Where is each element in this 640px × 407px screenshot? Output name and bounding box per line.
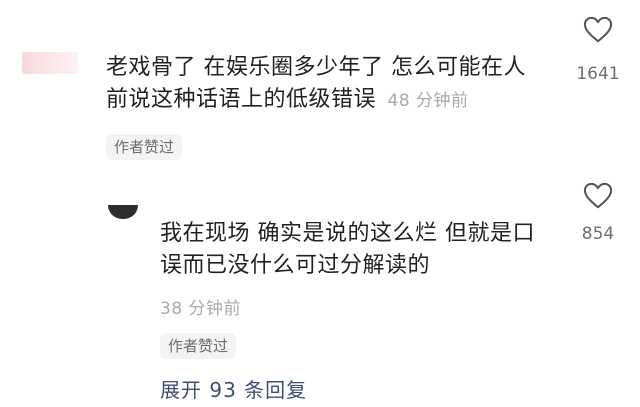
comment-2-text: 我在现场 确实是说的这么烂 但就是口 误而已没什么可过分解读的 bbox=[160, 218, 535, 282]
comment-2-author-liked-badge: 作者赞过 bbox=[160, 333, 237, 359]
comment-1-like-button[interactable]: 1641 bbox=[568, 16, 628, 84]
username-blurred[interactable] bbox=[22, 52, 78, 74]
comment-1-line1: 老戏骨了 在娱乐圈多少年了 怎么可能在人 bbox=[106, 55, 526, 80]
heart-outline-icon[interactable] bbox=[583, 182, 613, 210]
comment-2-time: 38 分钟前 bbox=[160, 299, 242, 319]
expand-replies-link[interactable]: 展开 93 条回复 bbox=[160, 374, 307, 403]
comment-2-like-count: 854 bbox=[581, 224, 615, 244]
comment-1-time: 48 分钟前 bbox=[387, 91, 469, 111]
reply-avatar[interactable] bbox=[108, 205, 138, 219]
comment-2-line1: 我在现场 确实是说的这么烂 但就是口 bbox=[160, 221, 535, 246]
comment-1-line2: 前说这种话语上的低级错误 bbox=[106, 87, 377, 112]
heart-outline-icon[interactable] bbox=[583, 16, 613, 44]
comment-1-like-count: 1641 bbox=[576, 64, 620, 84]
comment-2-like-button[interactable]: 854 bbox=[568, 182, 628, 244]
comment-1-author-liked-badge: 作者赞过 bbox=[106, 134, 183, 160]
comment-2-line2: 误而已没什么可过分解读的 bbox=[160, 253, 431, 278]
comment-1-text: 老戏骨了 在娱乐圈多少年了 怎么可能在人 前说这种话语上的低级错误 48 分钟前 bbox=[106, 52, 526, 117]
